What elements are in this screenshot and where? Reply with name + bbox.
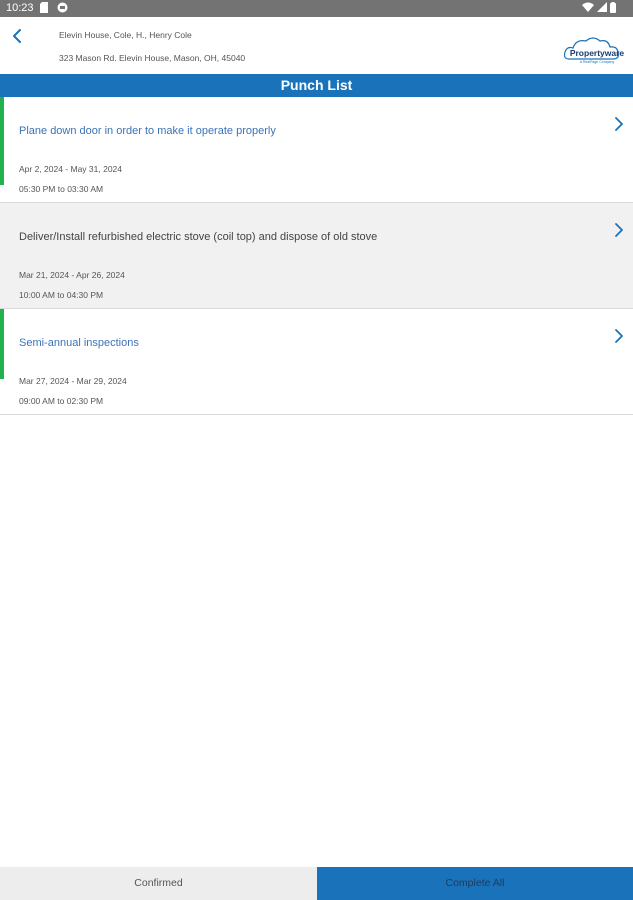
list-item[interactable]: Plane down door in order to make it oper… [0, 97, 633, 203]
status-bar: 10:23 [0, 0, 633, 17]
svg-text:Propertyware: Propertyware [570, 48, 625, 58]
sim-card-icon [40, 2, 48, 16]
item-dates: Mar 21, 2024 - Apr 26, 2024 [19, 270, 125, 280]
property-address: 323 Mason Rd. Elevin House, Mason, OH, 4… [59, 53, 246, 63]
signal-icon [597, 2, 607, 16]
status-time: 10:23 [6, 2, 34, 14]
chevron-right-icon[interactable] [612, 115, 626, 133]
notification-icon [57, 2, 68, 16]
chevron-right-icon[interactable] [612, 327, 626, 345]
page-title: Punch List [0, 74, 633, 97]
property-header: Elevin House, Cole, H., Henry Cole 323 M… [0, 17, 633, 74]
confirmed-button[interactable]: Confirmed [0, 867, 317, 900]
item-time: 10:00 AM to 04:30 PM [19, 290, 104, 300]
back-button[interactable] [6, 25, 28, 47]
item-title: Semi-annual inspections [19, 337, 139, 349]
propertyware-logo: Propertyware A RealPage Company [563, 35, 631, 65]
punch-list: Plane down door in order to make it oper… [0, 97, 633, 415]
status-indicator [0, 97, 4, 185]
item-time: 05:30 PM to 03:30 AM [19, 184, 104, 194]
item-dates: Mar 27, 2024 - Mar 29, 2024 [19, 376, 127, 386]
chevron-left-icon [13, 29, 21, 43]
wifi-icon [582, 2, 594, 16]
list-item[interactable]: Deliver/Install refurbished electric sto… [0, 203, 633, 309]
item-title: Deliver/Install refurbished electric sto… [19, 231, 378, 243]
property-tenant-name: Elevin House, Cole, H., Henry Cole [59, 30, 192, 40]
bottom-action-bar: Confirmed Complete All [0, 867, 633, 900]
item-title: Plane down door in order to make it oper… [19, 125, 276, 137]
list-item[interactable]: Semi-annual inspections Mar 27, 2024 - M… [0, 309, 633, 415]
complete-all-button[interactable]: Complete All [317, 867, 633, 900]
item-dates: Apr 2, 2024 - May 31, 2024 [19, 164, 123, 174]
status-indicator [0, 309, 4, 379]
svg-text:A RealPage Company: A RealPage Company [580, 60, 615, 64]
chevron-right-icon[interactable] [612, 221, 626, 239]
battery-icon [610, 2, 616, 16]
item-time: 09:00 AM to 02:30 PM [19, 396, 104, 406]
